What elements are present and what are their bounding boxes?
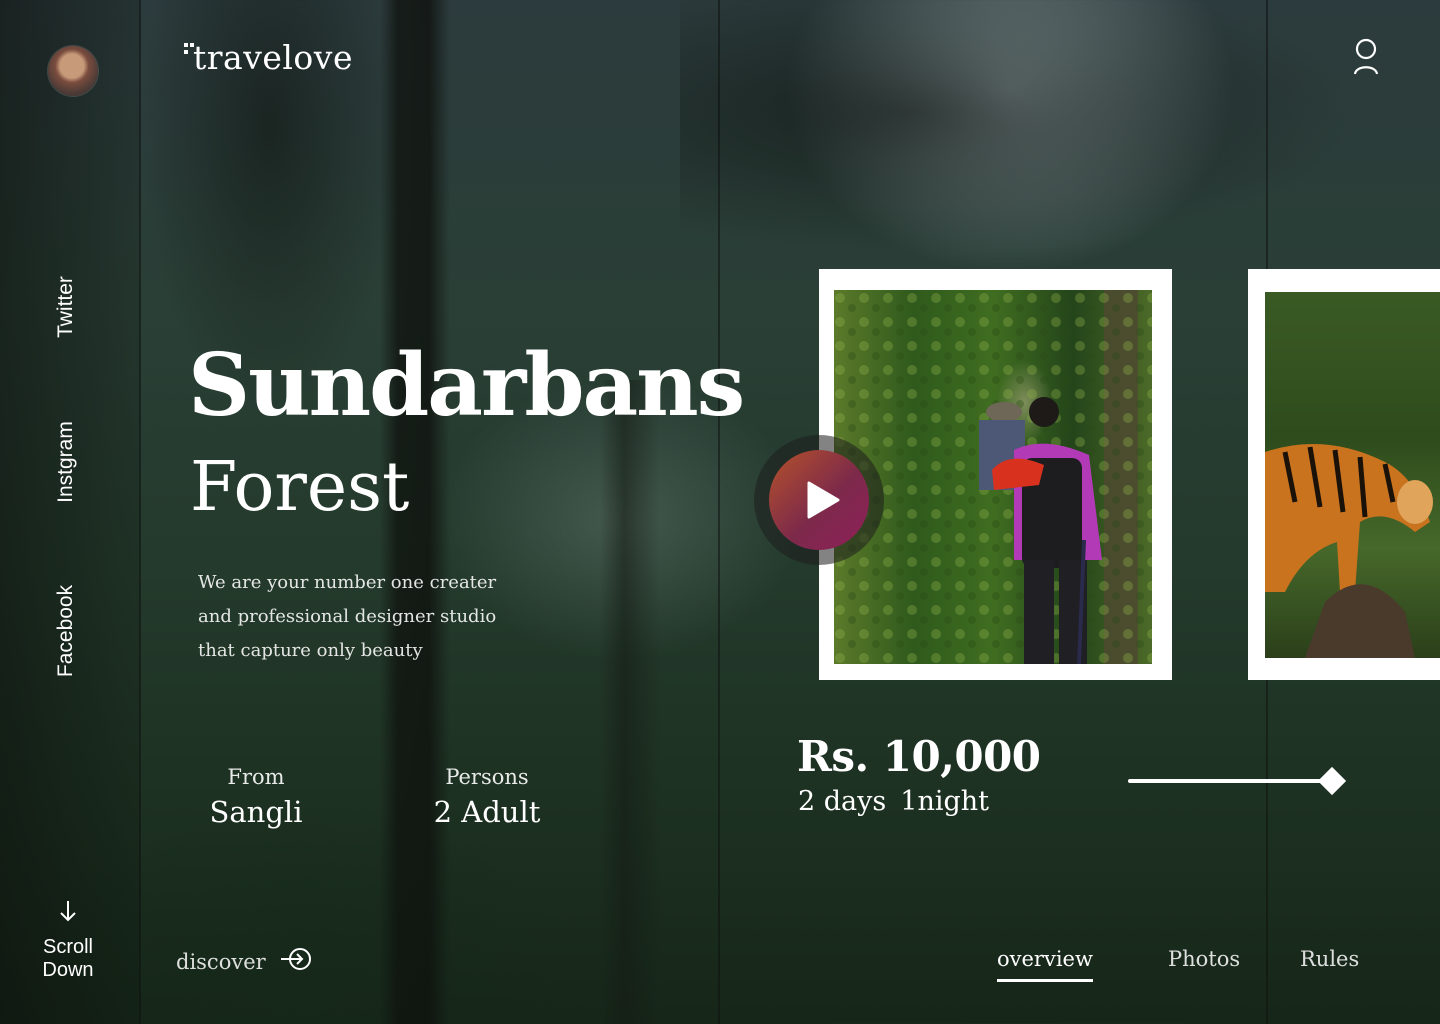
grid-line	[139, 0, 141, 1024]
play-icon	[807, 481, 840, 519]
persons-info: Persons 2 Adult	[425, 765, 549, 829]
trip-duration: 2 days 1night	[798, 786, 989, 817]
destination-description: We are your number one creater and profe…	[198, 566, 558, 668]
brand-name: travelove	[193, 38, 353, 77]
destination-title: Sundarbans	[188, 335, 745, 436]
description-line: that capture only beauty	[198, 640, 423, 661]
user-icon[interactable]	[1352, 38, 1380, 78]
trip-nights: 1night	[900, 786, 989, 817]
discover-arrow-icon	[280, 946, 314, 977]
tree-trunk	[600, 380, 660, 1024]
scroll-label-line2: Down	[42, 959, 94, 981]
grid-line	[718, 0, 720, 1024]
persons-label: Persons	[445, 765, 529, 789]
forest-shade-left	[0, 0, 140, 1024]
discover-button[interactable]: discover	[176, 946, 314, 977]
tiger-photo	[1265, 292, 1440, 658]
trip-days: 2 days	[798, 786, 887, 817]
social-link-facebook[interactable]: Facebook	[54, 585, 78, 677]
scroll-label-line1: Scroll	[42, 936, 93, 958]
description-line: and professional designer studio	[198, 606, 497, 627]
scroll-down[interactable]: Scroll Down	[30, 900, 106, 982]
brand-logo[interactable]: travelove	[183, 38, 353, 77]
avatar[interactable]	[48, 46, 98, 96]
slider-handle[interactable]	[1317, 766, 1347, 796]
from-label: From	[227, 765, 285, 789]
photo-card-tiger[interactable]	[1248, 269, 1440, 680]
tab-overview[interactable]: overview	[997, 947, 1093, 982]
hikers-photo	[834, 290, 1152, 664]
social-link-twitter[interactable]: Twitter	[54, 276, 78, 338]
arrow-down-icon	[30, 900, 106, 928]
logo-dots-icon	[182, 43, 196, 57]
slider-track	[1128, 779, 1330, 783]
forest-foliage	[680, 0, 1440, 280]
persons-value[interactable]: 2 Adult	[425, 795, 549, 829]
discover-label: discover	[176, 949, 266, 974]
from-value[interactable]: Sangli	[206, 795, 306, 829]
trip-price: Rs. 10,000	[797, 732, 1041, 781]
description-line: We are your number one creater	[198, 572, 497, 593]
destination-subtitle: Forest	[190, 448, 410, 527]
tab-photos[interactable]: Photos	[1168, 947, 1240, 971]
from-info: From Sangli	[206, 765, 306, 829]
social-link-instagram[interactable]: Instgram	[54, 421, 78, 503]
gallery-progress-slider[interactable]	[1128, 766, 1348, 796]
play-button[interactable]	[769, 450, 869, 550]
tab-rules[interactable]: Rules	[1300, 947, 1359, 971]
